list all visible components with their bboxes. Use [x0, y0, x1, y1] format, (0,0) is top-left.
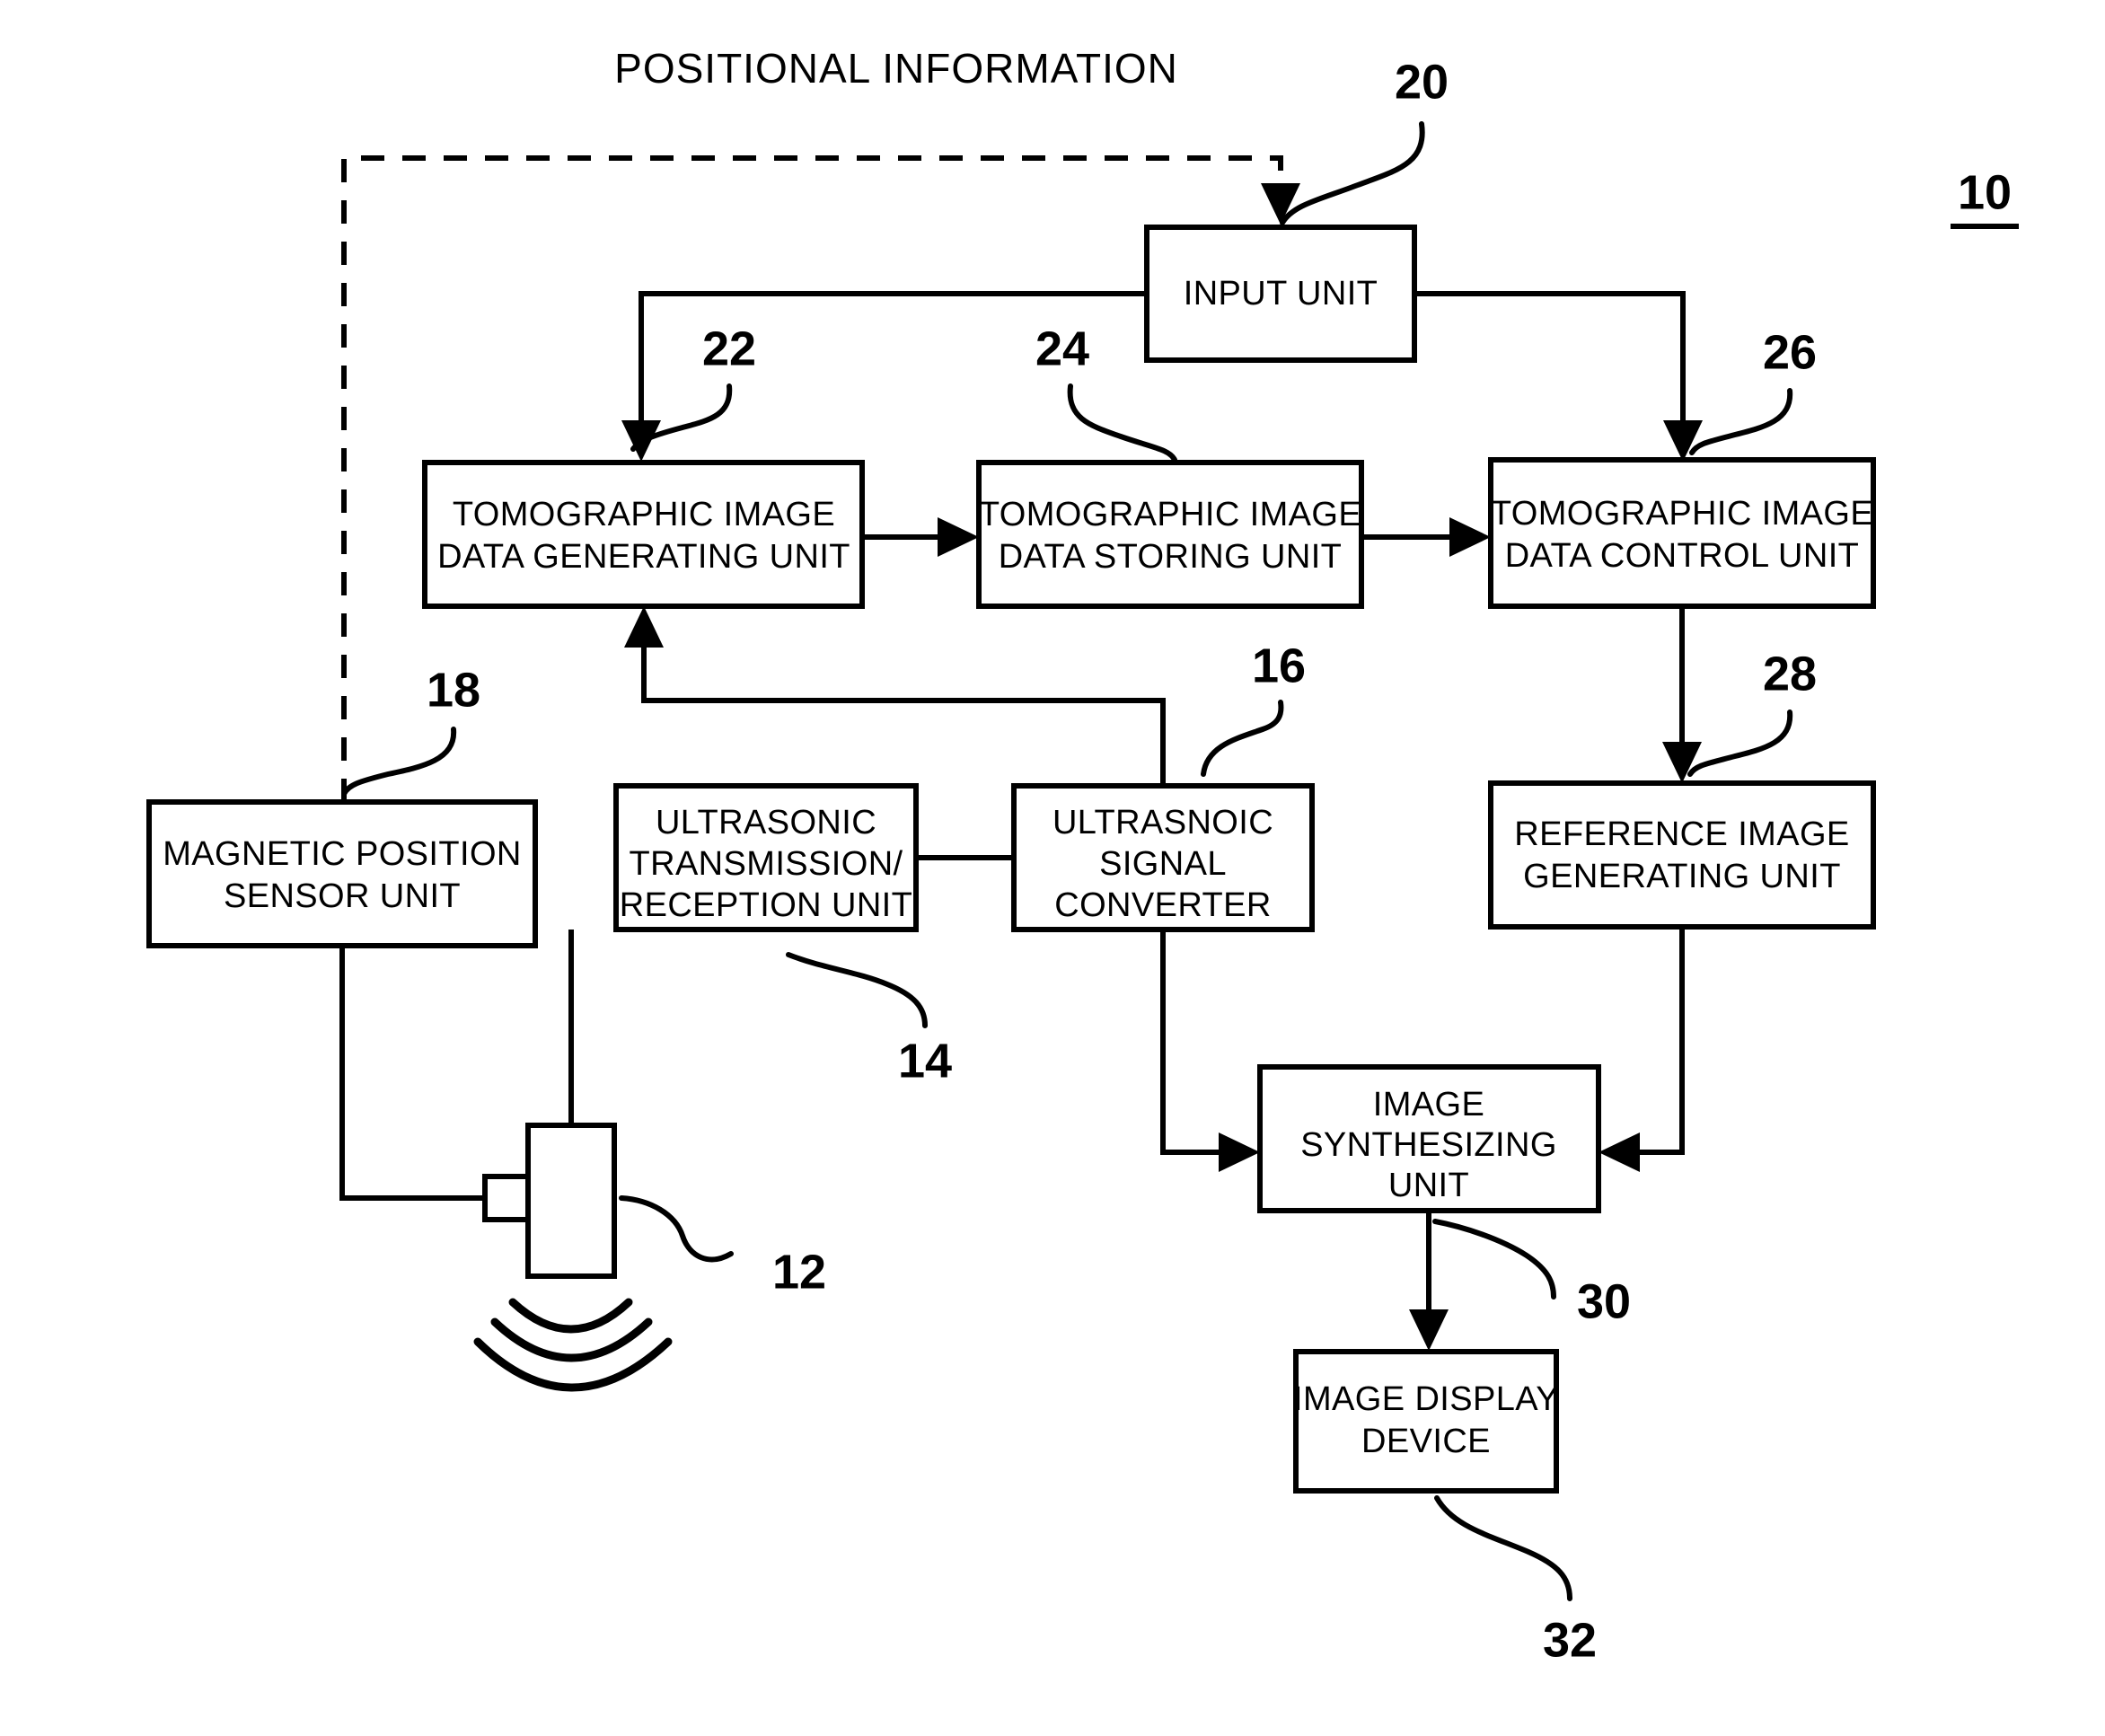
- block-diagram-canvas: POSITIONAL INFORMATION 10 INPUT UNIT 20 …: [146, 45, 2019, 1667]
- ref-number-30: 30: [1577, 1274, 1631, 1328]
- link-reference-to-synthesizing-arrowhead: [1599, 1132, 1640, 1172]
- block-tc-label-line1: TOMOGRAPHIC IMAGE: [1491, 495, 1873, 533]
- link-synthesizing-to-display-arrowhead: [1409, 1309, 1449, 1351]
- link-generating-to-storing-arrowhead: [938, 517, 979, 557]
- block-image-display-device: [1293, 1349, 1559, 1494]
- block-input-unit-label: INPUT UNIT: [1184, 275, 1378, 313]
- link-converter-to-synthesizing-arrowhead: [1219, 1132, 1260, 1172]
- block-mps-label-line2: SENSOR UNIT: [224, 877, 461, 915]
- block-mps-label-line1: MAGNETIC POSITION: [163, 835, 522, 873]
- ref-number-22: 22: [702, 322, 756, 375]
- link-sensor-to-probe: [339, 946, 487, 1201]
- block-utr-label-line3: RECEPTION UNIT: [620, 886, 913, 924]
- ultrasonic-probe-body: [525, 1123, 617, 1279]
- ref-20-leader: [1280, 121, 1425, 225]
- block-utr-label-line1: ULTRASONIC: [656, 804, 876, 842]
- block-usc-label-line1: ULTRASNOIC: [1052, 804, 1273, 842]
- block-isu-label-line2: SYNTHESIZING: [1300, 1126, 1557, 1164]
- ref-18-leader: [341, 727, 457, 797]
- block-tg-label-line2: DATA GENERATING UNIT: [437, 538, 850, 576]
- block-idd-label-line1: IMAGE DISPLAY: [1293, 1380, 1559, 1418]
- ref-number-10: 10: [1958, 165, 2012, 219]
- link-converter-to-generating-arrowhead: [624, 606, 664, 648]
- block-isu-label-line1: IMAGE: [1373, 1086, 1484, 1124]
- ref-number-32: 32: [1543, 1613, 1597, 1667]
- block-ts-label-line2: DATA STORING UNIT: [999, 538, 1343, 576]
- ref-number-14: 14: [898, 1034, 952, 1088]
- block-magnetic-position-sensor-unit: [146, 799, 538, 948]
- ref-26-leader: [1689, 388, 1793, 455]
- block-tomographic-image-data-generating-unit: [422, 460, 865, 609]
- block-tg-label-line1: TOMOGRAPHIC IMAGE: [453, 496, 835, 533]
- ref-28-leader: [1687, 709, 1793, 777]
- block-ts-label-line1: TOMOGRAPHIC IMAGE: [979, 496, 1361, 533]
- ref-30-leader: [1432, 1219, 1556, 1300]
- ref-number-20: 20: [1395, 55, 1449, 109]
- ref-22-leader: [630, 383, 733, 452]
- link-converter-to-generating: [641, 628, 1166, 786]
- block-rig-label-line2: GENERATING UNIT: [1523, 858, 1841, 895]
- positional-information-arrowhead: [1261, 183, 1300, 225]
- ultrasound-wave-arc-inner: [508, 1298, 633, 1334]
- ref-16-leader: [1201, 700, 1284, 777]
- block-isu-label-line3: UNIT: [1388, 1167, 1469, 1204]
- ref-number-24: 24: [1035, 322, 1089, 375]
- ultrasound-wave-arc-outer: [473, 1337, 673, 1392]
- block-tomographic-image-data-control-unit: [1488, 457, 1876, 609]
- ref-14-leader: [786, 952, 928, 1028]
- link-reference-to-synthesizing: [1620, 927, 1685, 1155]
- link-control-to-reference-image-arrowhead: [1662, 742, 1702, 783]
- figure-title: POSITIONAL INFORMATION: [614, 45, 1178, 92]
- block-tc-label-line2: DATA CONTROL UNIT: [1505, 537, 1860, 575]
- ultrasonic-probe-sensor-tab: [482, 1174, 531, 1222]
- ref-number-18: 18: [427, 663, 480, 717]
- link-input-to-control: [1414, 291, 1686, 440]
- ref-number-28: 28: [1763, 647, 1817, 701]
- ref-number-12: 12: [772, 1245, 826, 1299]
- block-tomographic-image-data-storing-unit: [976, 460, 1364, 609]
- ref-number-26: 26: [1763, 325, 1817, 379]
- link-input-to-control-arrowhead: [1663, 420, 1703, 462]
- block-usc-label-line3: CONVERTER: [1054, 886, 1272, 924]
- link-storing-to-control-arrowhead: [1449, 517, 1491, 557]
- ref-32-leader: [1434, 1495, 1572, 1601]
- block-idd-label-line2: DEVICE: [1361, 1423, 1491, 1460]
- link-converter-to-synthesizing: [1160, 930, 1238, 1155]
- block-usc-label-line2: SIGNAL: [1099, 845, 1227, 883]
- block-rig-label-line1: REFERENCE IMAGE: [1514, 815, 1849, 853]
- block-utr-label-line2: TRANSMISSION/: [629, 845, 903, 883]
- patent-figure: POSITIONAL INFORMATION 10 INPUT UNIT 20 …: [0, 0, 2105, 1736]
- ref-24-leader: [1067, 383, 1177, 463]
- block-reference-image-generating-unit: [1488, 780, 1876, 930]
- ref-12-leader: [619, 1195, 734, 1263]
- ref-number-16: 16: [1252, 639, 1306, 692]
